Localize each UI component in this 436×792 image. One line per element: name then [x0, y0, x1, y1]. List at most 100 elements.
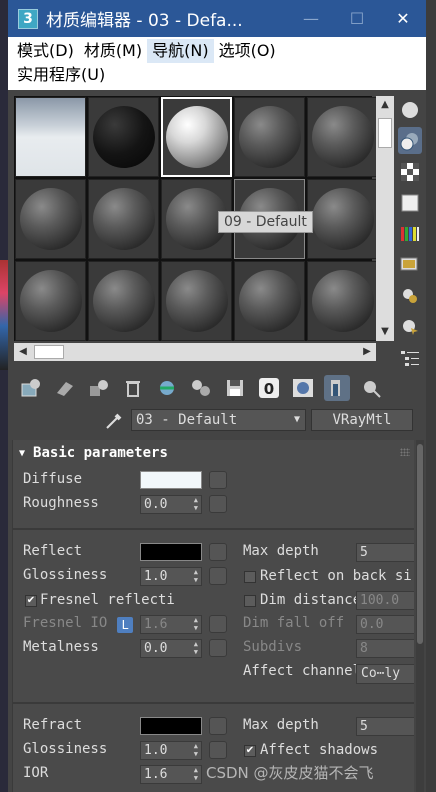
slots-vertical-scrollbar[interactable]: ▲ ▼	[376, 96, 394, 341]
put-to-library-icon[interactable]	[188, 375, 214, 401]
title-bar[interactable]: 3 材质编辑器 - 03 - Defa... — ☐ ✕	[8, 0, 426, 37]
scroll-thumb[interactable]	[378, 118, 392, 148]
refract-color-swatch[interactable]	[140, 717, 202, 735]
sample-slot-5[interactable]	[307, 97, 378, 177]
sample-slot-13[interactable]	[161, 261, 232, 341]
menu-mode[interactable]: 模式(D)	[12, 39, 79, 63]
save-material-icon[interactable]	[222, 375, 248, 401]
refract-max-depth-field[interactable]: 5	[356, 717, 414, 736]
metalness-map-button[interactable]	[209, 639, 227, 657]
fresnel-ior-map-button[interactable]	[209, 615, 227, 633]
spinner-arrows-icon[interactable]: ▲ ▼	[194, 640, 198, 656]
reflect-on-back-label: Reflect on back si	[260, 568, 412, 584]
spinner-arrows-icon[interactable]: ▲ ▼	[194, 766, 198, 782]
menu-utilities[interactable]: 实用程序(U)	[12, 63, 110, 87]
maximize-button[interactable]: ☐	[334, 9, 380, 28]
reflect-on-back-checkbox[interactable]	[244, 571, 256, 583]
fresnel-ior-spinner[interactable]: 1.6 ▲ ▼	[140, 615, 202, 634]
sample-slot-2[interactable]	[88, 97, 159, 177]
dim-distance-label: Dim distance	[260, 592, 362, 608]
video-color-check-icon[interactable]	[398, 220, 422, 247]
subdivs-field[interactable]: 8	[356, 639, 414, 658]
menu-row-1: 模式(D) 材质(M) 导航(N) 选项(O)	[12, 39, 422, 63]
show-map-in-viewport-icon[interactable]	[290, 375, 316, 401]
dim-distance-checkbox[interactable]	[244, 595, 256, 607]
select-by-material-icon[interactable]	[398, 313, 422, 340]
spinner-arrows-icon[interactable]: ▲ ▼	[194, 568, 198, 584]
make-unique-icon[interactable]	[154, 375, 180, 401]
sample-slot-3-selected[interactable]	[161, 97, 232, 177]
basic-parameters-rollout-header[interactable]: ▼ Basic parameters	[13, 440, 414, 466]
reflect-max-depth-field[interactable]: 5	[356, 543, 414, 562]
sample-slot-15[interactable]	[307, 261, 378, 341]
reflect-glossiness-spinner[interactable]: 1.0 ▲ ▼	[140, 567, 202, 586]
reflect-glossiness-map-button[interactable]	[209, 567, 227, 585]
diffuse-color-swatch[interactable]	[140, 471, 202, 489]
menu-options[interactable]: 选项(O)	[214, 39, 281, 63]
menu-navigation[interactable]: 导航(N)	[147, 39, 214, 63]
rollout-grip-icon	[400, 448, 410, 456]
scroll-left-arrow-icon[interactable]: ◀	[14, 343, 32, 361]
eyedropper-icon[interactable]	[104, 411, 124, 435]
roughness-spinner[interactable]: 0.0 ▲ ▼	[140, 495, 202, 514]
uv-tiling-icon[interactable]	[398, 189, 422, 216]
watermark: CSDN @灰皮皮猫不会飞	[206, 764, 374, 782]
show-end-result-icon[interactable]	[324, 375, 350, 401]
put-to-scene-icon[interactable]	[52, 375, 78, 401]
sample-slot-12[interactable]	[88, 261, 159, 341]
refract-glossiness-map-button[interactable]	[209, 741, 227, 759]
scroll-thumb[interactable]	[34, 345, 64, 359]
spinner-arrows-icon[interactable]: ▲ ▼	[194, 496, 198, 512]
metalness-spinner[interactable]: 0.0 ▲ ▼	[140, 639, 202, 658]
reset-map-icon[interactable]	[120, 375, 146, 401]
sample-slot-6[interactable]	[15, 179, 86, 259]
material-name-dropdown[interactable]: 03 - Default ▼	[131, 409, 306, 431]
sample-slot-14[interactable]	[234, 261, 305, 341]
spinner-arrows-icon[interactable]: ▲ ▼	[194, 742, 198, 758]
options-icon[interactable]	[398, 282, 422, 309]
assign-to-selection-icon[interactable]	[86, 375, 112, 401]
refract-map-button[interactable]	[209, 717, 227, 735]
backlight-icon[interactable]	[398, 127, 422, 154]
dim-falloff-field[interactable]: 0.0	[356, 615, 414, 634]
scroll-thumb[interactable]	[417, 444, 423, 644]
close-button[interactable]: ✕	[380, 9, 426, 28]
material-sphere	[238, 270, 301, 332]
affect-shadows-checkbox[interactable]: ✔	[244, 745, 256, 757]
sample-slot-1[interactable]	[15, 97, 86, 177]
slots-horizontal-scrollbar[interactable]: ◀ ▶	[14, 343, 376, 361]
get-material-icon[interactable]	[18, 375, 44, 401]
sample-slot-4[interactable]	[234, 97, 305, 177]
refract-glossiness-spinner[interactable]: 1.0 ▲ ▼	[140, 741, 202, 760]
fresnel-ior-lock-button[interactable]: L	[117, 617, 133, 633]
scroll-up-arrow-icon[interactable]: ▲	[376, 96, 394, 114]
affect-channels-dropdown[interactable]: Co⋯ly	[356, 664, 414, 684]
rollout-title: Basic parameters	[33, 445, 168, 461]
collapse-triangle-icon: ▼	[19, 447, 26, 459]
background-checker-icon[interactable]	[398, 158, 422, 185]
roughness-map-button[interactable]	[209, 495, 227, 513]
minimize-button[interactable]: —	[288, 9, 334, 28]
dim-distance-field[interactable]: 100.0	[356, 591, 414, 610]
ior-spinner[interactable]: 1.6 ▲ ▼	[140, 765, 202, 784]
sample-slot-7[interactable]	[88, 179, 159, 259]
scroll-down-arrow-icon[interactable]: ▼	[376, 323, 394, 341]
make-preview-icon[interactable]	[398, 251, 422, 278]
scroll-right-arrow-icon[interactable]: ▶	[358, 343, 376, 361]
material-id-channel-button[interactable]: 0	[256, 375, 282, 401]
sample-slot-10[interactable]	[307, 179, 378, 259]
go-to-parent-icon[interactable]	[358, 375, 384, 401]
fresnel-reflections-checkbox[interactable]: ✔	[25, 595, 37, 607]
material-type-button[interactable]: VRayMtl	[311, 409, 413, 431]
reflect-color-swatch[interactable]	[140, 543, 202, 561]
diffuse-map-button[interactable]	[209, 471, 227, 489]
spinner-arrows-icon[interactable]: ▲ ▼	[194, 616, 198, 632]
reflect-map-button[interactable]	[209, 543, 227, 561]
material-sphere	[311, 106, 374, 168]
sample-slot-11[interactable]	[15, 261, 86, 341]
panel-scrollbar[interactable]	[416, 440, 424, 792]
material-map-navigator-icon[interactable]	[398, 344, 422, 371]
menu-material[interactable]: 材质(M)	[79, 39, 147, 63]
sample-type-sphere-icon[interactable]	[398, 96, 422, 123]
metalness-label: Metalness	[23, 639, 99, 655]
